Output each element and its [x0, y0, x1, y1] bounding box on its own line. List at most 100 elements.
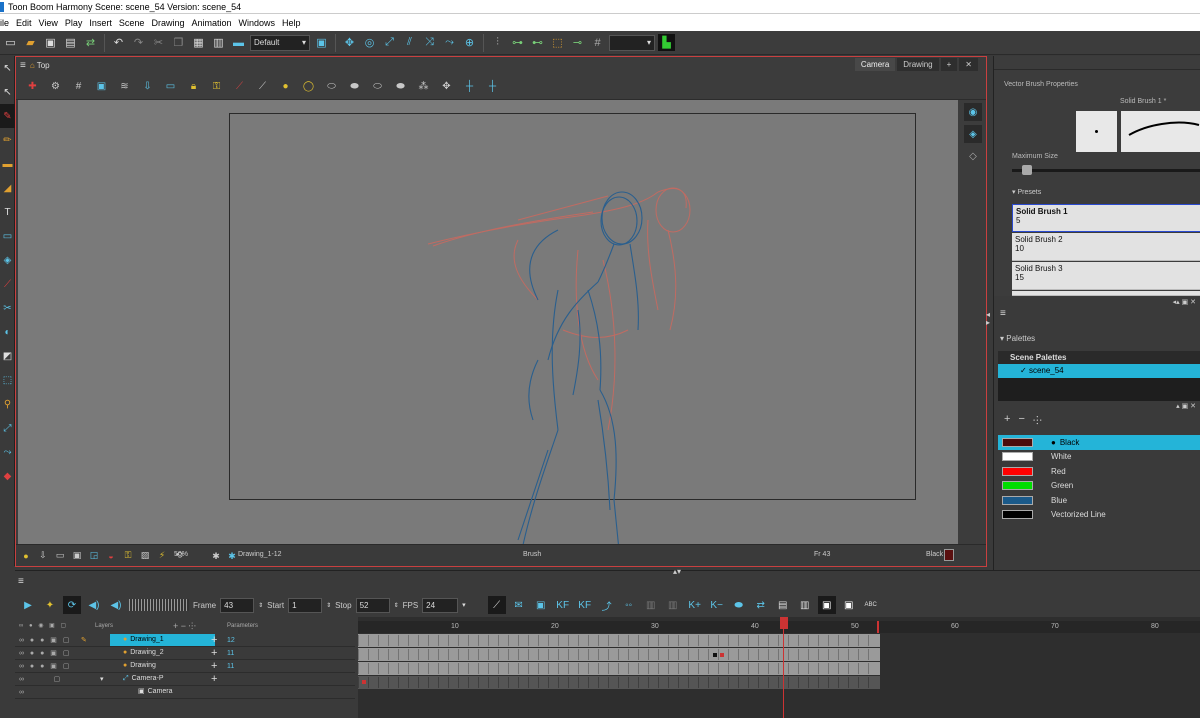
layer-select[interactable]: ▾: [609, 34, 655, 51]
frame-cell[interactable]: [778, 677, 779, 688]
layer-toggle-icons[interactable]: ∞ ● ◉ ▣ ▢: [19, 622, 68, 629]
frame-cell[interactable]: [808, 649, 809, 660]
add-texture-icon[interactable]: ⸭: [1033, 413, 1042, 428]
settings-icon[interactable]: ✱: [209, 549, 223, 563]
dropper-tool-icon[interactable]: ⟋: [0, 272, 15, 296]
sound-scrub-icon[interactable]: ◀): [85, 596, 103, 614]
frame-stepper-icon[interactable]: ⇕: [258, 602, 263, 609]
frame-cell[interactable]: [558, 649, 559, 660]
add-param-icon[interactable]: +: [211, 634, 217, 646]
add-exposure-icon[interactable]: K+: [686, 596, 704, 614]
drawing-key[interactable]: [720, 653, 724, 657]
film-strip-icon[interactable]: ▤: [774, 596, 792, 614]
max-size-slider[interactable]: [1012, 169, 1200, 172]
frame-cell[interactable]: [618, 663, 619, 674]
bounding-box-icon[interactable]: ⬚: [549, 34, 566, 51]
frame-cell[interactable]: [368, 677, 369, 688]
transform-icon[interactable]: ✥: [341, 34, 358, 51]
animate-tool-icon[interactable]: ✚: [24, 78, 41, 95]
frame-cell[interactable]: [548, 635, 549, 646]
preset-item[interactable]: Solid Brush 2 10: [1012, 233, 1200, 261]
layer-cells[interactable]: [358, 676, 880, 689]
safe-area-icon[interactable]: ▭: [53, 549, 67, 563]
frame-cell[interactable]: [518, 663, 519, 674]
frame-cell[interactable]: [358, 677, 359, 688]
workspace-manager-icon[interactable]: ▣: [313, 34, 330, 51]
frame-cell[interactable]: [358, 663, 359, 674]
layer-toggles[interactable]: ∞ ● ● ▣ ▢: [19, 636, 71, 644]
frame-cell[interactable]: [818, 649, 819, 660]
presets-header[interactable]: ▾ Presets: [1012, 188, 1041, 196]
motion-icon[interactable]: ⤨: [421, 34, 438, 51]
peg-tool-icon[interactable]: ⚲: [0, 392, 15, 416]
menu-file[interactable]: ile: [0, 18, 16, 28]
frame-cell[interactable]: [448, 635, 449, 646]
frame-cell[interactable]: [538, 635, 539, 646]
frame-cell[interactable]: [838, 677, 839, 688]
frame-cell[interactable]: [718, 677, 719, 688]
frame-cell[interactable]: [868, 663, 869, 674]
frame-cell[interactable]: [538, 649, 539, 660]
motion-path-icon[interactable]: ⤴: [598, 596, 616, 614]
frame-cell[interactable]: [858, 677, 859, 688]
loop-icon[interactable]: ⟳: [63, 596, 81, 614]
frame-cell[interactable]: [488, 635, 489, 646]
deformer-icon[interactable]: ⊸: [569, 34, 586, 51]
frame-cell[interactable]: [368, 663, 369, 674]
rotate-cw-icon[interactable]: ⬭: [369, 78, 386, 95]
frame-cell[interactable]: [858, 663, 859, 674]
frame-cell[interactable]: [648, 649, 649, 660]
menu-windows[interactable]: Windows: [239, 18, 283, 28]
zoom-tool-icon[interactable]: ⤢: [0, 416, 15, 440]
frame-cell[interactable]: [558, 677, 559, 688]
menu-help[interactable]: Help: [282, 18, 308, 28]
tween-icon[interactable]: ⇄: [752, 596, 770, 614]
rename-drawing-icon[interactable]: ABC: [862, 596, 880, 614]
eye-view-icon[interactable]: ◉: [964, 103, 982, 121]
frame-cell[interactable]: [578, 677, 579, 688]
playhead-handle[interactable]: [780, 617, 788, 629]
grid-icon[interactable]: #: [70, 78, 87, 95]
color-row[interactable]: White: [998, 450, 1200, 465]
frame-cell[interactable]: [608, 663, 609, 674]
layer-toggles[interactable]: ∞: [19, 689, 26, 696]
frame-cell[interactable]: [758, 649, 759, 660]
frame-cell[interactable]: [658, 649, 659, 660]
paste-icon[interactable]: ▦: [190, 34, 207, 51]
menu-edit[interactable]: Edit: [16, 18, 39, 28]
contour-editor-icon[interactable]: ↖: [0, 80, 15, 104]
safe-area-icon[interactable]: ▣: [93, 78, 110, 95]
frame-cell[interactable]: [378, 677, 379, 688]
frame-cell[interactable]: [618, 677, 619, 688]
frame-cell[interactable]: [378, 663, 379, 674]
frame-cell[interactable]: [618, 635, 619, 646]
frame-cell[interactable]: [598, 649, 599, 660]
frame-cell[interactable]: [478, 635, 479, 646]
layer-toggles[interactable]: ∞ ▢: [19, 675, 62, 683]
frame-cell[interactable]: [388, 677, 389, 688]
add-param-icon[interactable]: +: [211, 647, 217, 659]
add-param-icon[interactable]: +: [211, 673, 217, 685]
frame-cell[interactable]: [678, 663, 679, 674]
frame-cell[interactable]: [828, 649, 829, 660]
skew-icon[interactable]: ⫽: [401, 34, 418, 51]
copy-icon[interactable]: ❐: [170, 34, 187, 51]
frame-cell[interactable]: [488, 649, 489, 660]
create-drawing-icon[interactable]: ▣: [817, 596, 836, 614]
pivot-icon[interactable]: ⊕: [461, 34, 478, 51]
frame-cell[interactable]: [758, 663, 759, 674]
grid-toggle-icon[interactable]: #: [589, 34, 606, 51]
bone-icon[interactable]: ⫶: [489, 34, 506, 51]
ink-tool-icon[interactable]: ◆: [0, 464, 15, 488]
bulb-icon[interactable]: ●: [277, 78, 294, 95]
measure-icon[interactable]: ⟋: [254, 78, 271, 95]
frame-cell[interactable]: [848, 663, 849, 674]
frame-cell[interactable]: [708, 649, 709, 660]
frame-cell[interactable]: [788, 635, 789, 646]
frame-cell[interactable]: [868, 677, 869, 688]
frame-cell[interactable]: [478, 677, 479, 688]
frame-cell[interactable]: [638, 663, 639, 674]
home-icon[interactable]: ⌂: [30, 61, 35, 70]
save-all-icon[interactable]: ▤: [62, 34, 79, 51]
green-flag-icon[interactable]: ▙: [658, 34, 675, 51]
